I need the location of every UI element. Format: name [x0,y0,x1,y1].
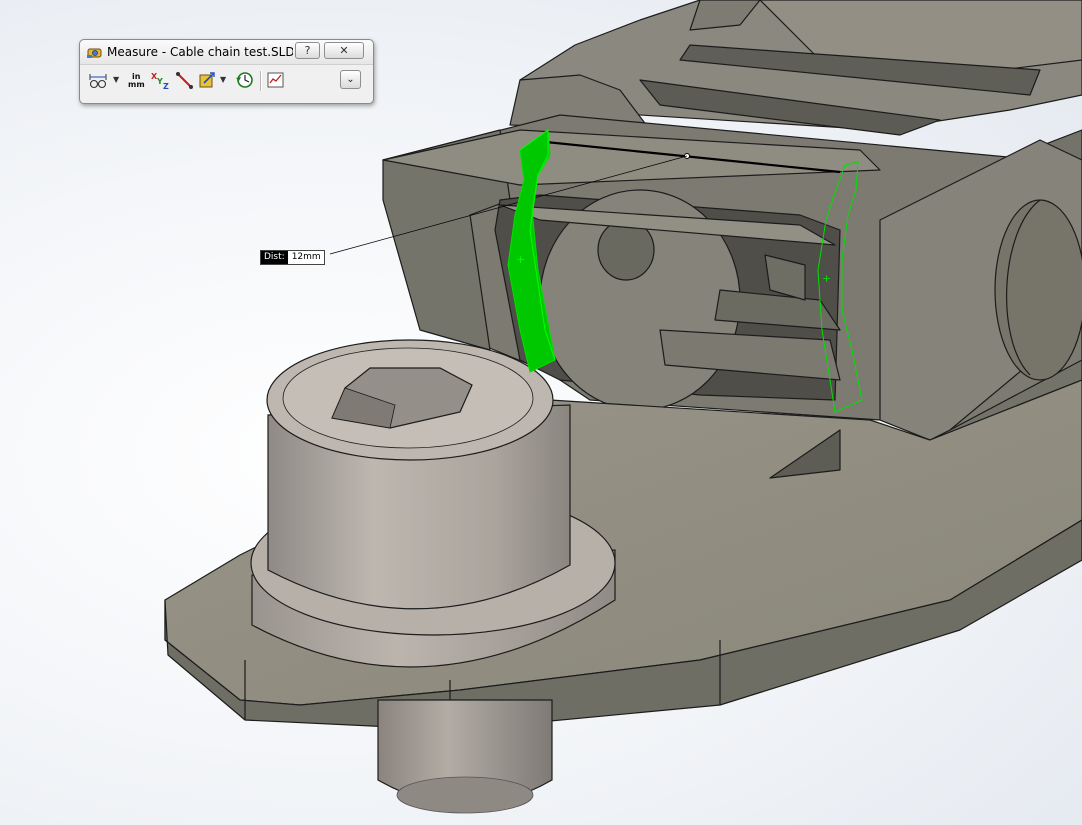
expand-button[interactable]: ⌄ [340,70,361,89]
socket-head-bolt[interactable] [250,339,616,814]
distance-value: 12mm [291,252,321,262]
svg-text:+: + [516,253,525,266]
help-button[interactable]: ? [295,42,320,59]
projected-dropdown-arrow-icon[interactable]: ▼ [220,75,226,84]
units-precision-icon[interactable]: in mm [128,70,146,92]
toolbar-separator [260,71,262,91]
svg-text:Z: Z [163,82,169,90]
create-sensor-icon[interactable] [266,70,288,92]
dialog-title: Measure - Cable chain test.SLDA... [107,45,293,59]
graphics-viewport[interactable]: + + [0,0,1082,825]
projected-on-icon[interactable] [198,70,218,92]
measure-titlebar[interactable]: Measure - Cable chain test.SLDA... ? ✕ [80,40,373,65]
show-xyz-measurements-icon[interactable]: X Y Z [150,70,172,92]
measure-toolbar: ▼ in mm X Y Z ▼ ⌄ [86,68,367,94]
distance-label: Dist: [261,251,288,264]
distance-callout: Dist: 12mm [260,250,325,265]
arc-circle-measurements-icon[interactable] [88,70,112,92]
measure-tape-icon [87,48,102,58]
point-to-point-icon[interactable] [174,70,196,92]
svg-text:+: + [822,272,831,285]
svg-text:Y: Y [156,77,163,86]
measure-dialog[interactable]: Measure - Cable chain test.SLDA... ? ✕ ▼… [79,39,374,104]
units-mm-label: mm [128,80,145,89]
close-button[interactable]: ✕ [324,42,364,59]
arc-dropdown-arrow-icon[interactable]: ▼ [113,75,119,84]
measurement-history-icon[interactable] [234,70,256,92]
